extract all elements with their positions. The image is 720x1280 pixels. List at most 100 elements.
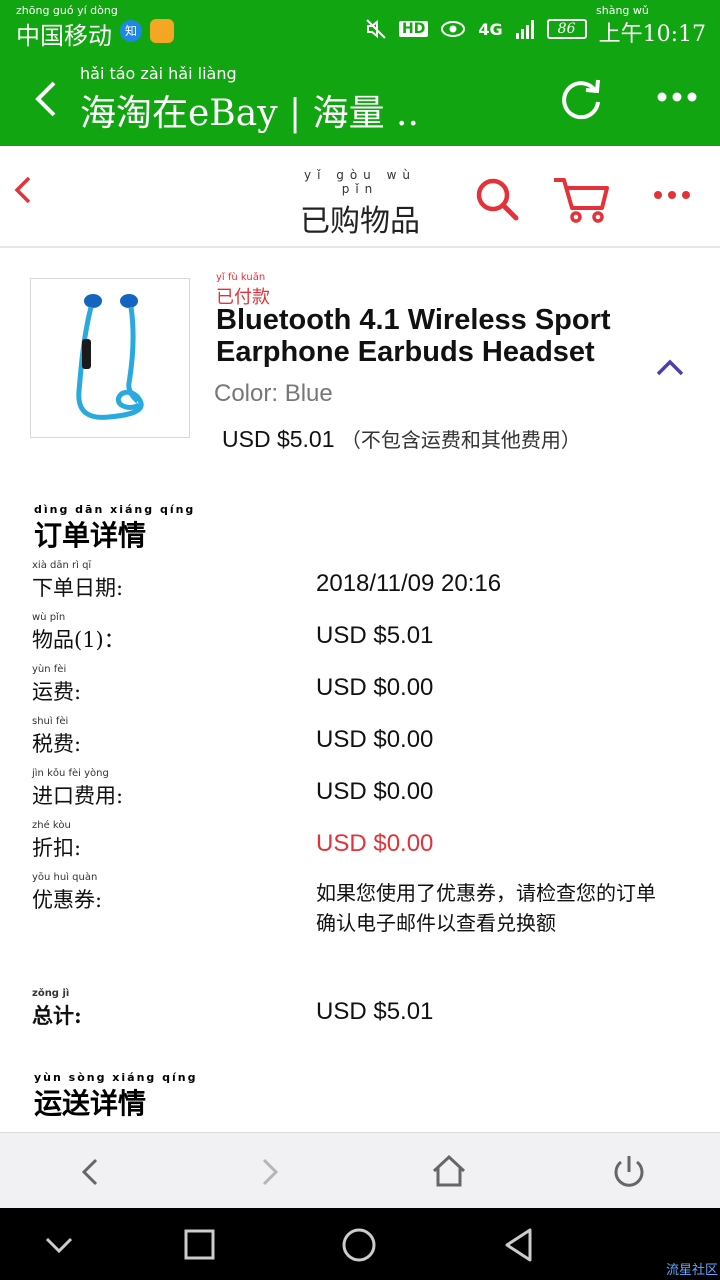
detail-label-text: 进口费用: [32, 784, 124, 808]
detail-label: yōu huì quàn 优惠券: [32, 872, 292, 914]
time-pinyin: shàng wǔ [596, 4, 649, 17]
circle-icon [342, 1228, 376, 1262]
chevron-left-icon [14, 176, 31, 204]
earphones-image [76, 294, 144, 420]
ebay-back-button[interactable] [8, 170, 38, 220]
shipping-details-heading: yùn sòng xiáng qíng 运送详情 [34, 1071, 198, 1122]
chevron-up-icon [656, 359, 684, 376]
app-back-button[interactable] [26, 74, 66, 124]
detail-value: USD $5.01 [316, 622, 434, 649]
home-icon [432, 1154, 466, 1187]
detail-label: jìn kǒu fèi yòng 进口费用: [32, 768, 292, 810]
detail-value: 如果您使用了优惠券，请检查您的订单确认电子邮件以查看兑换额 [316, 881, 656, 935]
detail-value: USD $0.00 [316, 674, 434, 701]
nav-hide-button[interactable] [36, 1222, 82, 1268]
detail-label-pinyin: xià dān rì qī [32, 560, 92, 571]
refresh-button[interactable] [556, 74, 606, 124]
app-title: 海淘在eBay | 海量 .. [80, 93, 419, 134]
square-icon [184, 1229, 215, 1260]
detail-value: 2018/11/09 20:16 [316, 570, 502, 597]
mute-icon [366, 19, 386, 39]
detail-label-pinyin: yōu huì quàn [32, 872, 98, 883]
detail-label-pinyin: yùn fèi [32, 664, 67, 675]
product-color: Color: Blue [214, 380, 333, 407]
signal-icon [515, 20, 534, 39]
browser-toolbar [0, 1132, 720, 1208]
status-right: HD 4G 86 上午10:17 [365, 10, 706, 48]
order-details-heading: dìng dān xiáng qíng 订单详情 [34, 503, 196, 554]
order-details-heading-pinyin: dìng dān xiáng qíng [34, 503, 196, 516]
power-icon [614, 1156, 644, 1187]
product-image[interactable] [30, 278, 190, 438]
order-details-heading-text: 订单详情 [34, 519, 147, 552]
zhihu-notification-icon: 知 [120, 19, 142, 42]
chevron-left-icon [81, 1158, 98, 1186]
detail-label-pinyin: zǒng jì [32, 988, 70, 999]
detail-label: shuì fèi 税费: [32, 716, 292, 758]
chevron-right-icon [262, 1158, 279, 1186]
more-dots-icon [654, 191, 690, 199]
detail-label-pinyin: jìn kǒu fèi yòng [32, 768, 109, 779]
cart-button[interactable] [552, 174, 610, 224]
cat-notification-icon [150, 18, 174, 43]
chevron-down-icon [45, 1237, 73, 1254]
detail-label-pinyin: shuì fèi [32, 716, 69, 727]
hd-icon: HD [398, 21, 429, 37]
detail-label-text: 优惠券: [32, 888, 103, 912]
detail-label-pinyin: wù pǐn [32, 612, 66, 623]
android-nav-bar: 流星社区 [0, 1208, 720, 1280]
triangle-back-icon [505, 1228, 532, 1262]
search-icon [476, 178, 519, 221]
browser-back-button[interactable] [66, 1147, 116, 1197]
page-title-pinyin: yǐ gòu wù pǐn [303, 168, 417, 196]
detail-label-text: 物品(1)： [32, 628, 125, 652]
shipping-details-heading-pinyin: yùn sòng xiáng qíng [34, 1071, 198, 1084]
product-price-value: USD $5.01 [222, 426, 335, 452]
app-header: hǎi táo zài hǎi liàng 海淘在eBay | 海量 .. [0, 52, 720, 146]
app-more-button[interactable] [650, 82, 704, 112]
eye-icon [441, 21, 466, 37]
carrier-name: 中国移动 [16, 22, 112, 50]
shipping-details-heading-text: 运送详情 [34, 1087, 147, 1120]
detail-label-text: 税费: [32, 732, 82, 756]
nav-recents-button[interactable] [176, 1222, 222, 1268]
detail-label: yùn fèi 运费: [32, 664, 292, 706]
chevron-left-icon [35, 81, 56, 117]
detail-label-pinyin: zhé kòu [32, 820, 71, 831]
product-price: USD $5.01 （不包含运费和其他费用） [222, 424, 581, 453]
status-left: 中国移动 知 [16, 10, 174, 51]
refresh-icon [562, 79, 600, 120]
collapse-button[interactable] [652, 352, 688, 382]
product-title[interactable]: Bluetooth 4.1 Wireless Sport Earphone Ea… [216, 304, 646, 368]
watermark: 流星社区 [665, 1263, 718, 1278]
more-dots-icon [657, 92, 697, 102]
detail-value: USD $0.00 [316, 830, 434, 857]
detail-label: zhé kòu 折扣: [32, 820, 292, 862]
ebay-more-button[interactable] [648, 180, 696, 210]
detail-label: wù pǐn 物品(1)： [32, 612, 292, 654]
status-bar: zhōng guó yí dòng 中国移动 知 HD 4G 86 上午10:1… [0, 0, 720, 52]
detail-value: USD $0.00 [316, 726, 434, 753]
payment-status-pinyin: yǐ fù kuǎn [216, 272, 266, 283]
nav-back-button[interactable] [496, 1222, 542, 1268]
search-button[interactable] [474, 176, 520, 222]
network-type: 4G [478, 19, 503, 39]
ebay-header: yǐ gòu wù pǐn 已购物品 [0, 146, 720, 248]
nav-home-button[interactable] [336, 1222, 382, 1268]
browser-forward-button[interactable] [244, 1147, 294, 1197]
app-title-pinyin: hǎi táo zài hǎi liàng [80, 64, 237, 83]
page-title: yǐ gòu wù pǐn 已购物品 [290, 168, 430, 239]
detail-value: USD $0.00 [316, 778, 434, 805]
cart-icon [554, 178, 609, 223]
clock: 上午10:17 [598, 22, 706, 47]
browser-home-button[interactable] [424, 1147, 474, 1197]
detail-label-text: 总计: [32, 1003, 82, 1028]
detail-label: xià dān rì qī 下单日期: [32, 560, 292, 602]
detail-value: USD $5.01 [316, 998, 434, 1025]
browser-exit-button[interactable] [604, 1147, 654, 1197]
detail-label-text: 下单日期: [32, 576, 124, 600]
page-title-text: 已购物品 [300, 204, 420, 239]
detail-label-text: 折扣: [32, 836, 82, 860]
detail-label: zǒng jì 总计: [32, 988, 292, 1030]
battery-icon: 86 [546, 19, 587, 39]
